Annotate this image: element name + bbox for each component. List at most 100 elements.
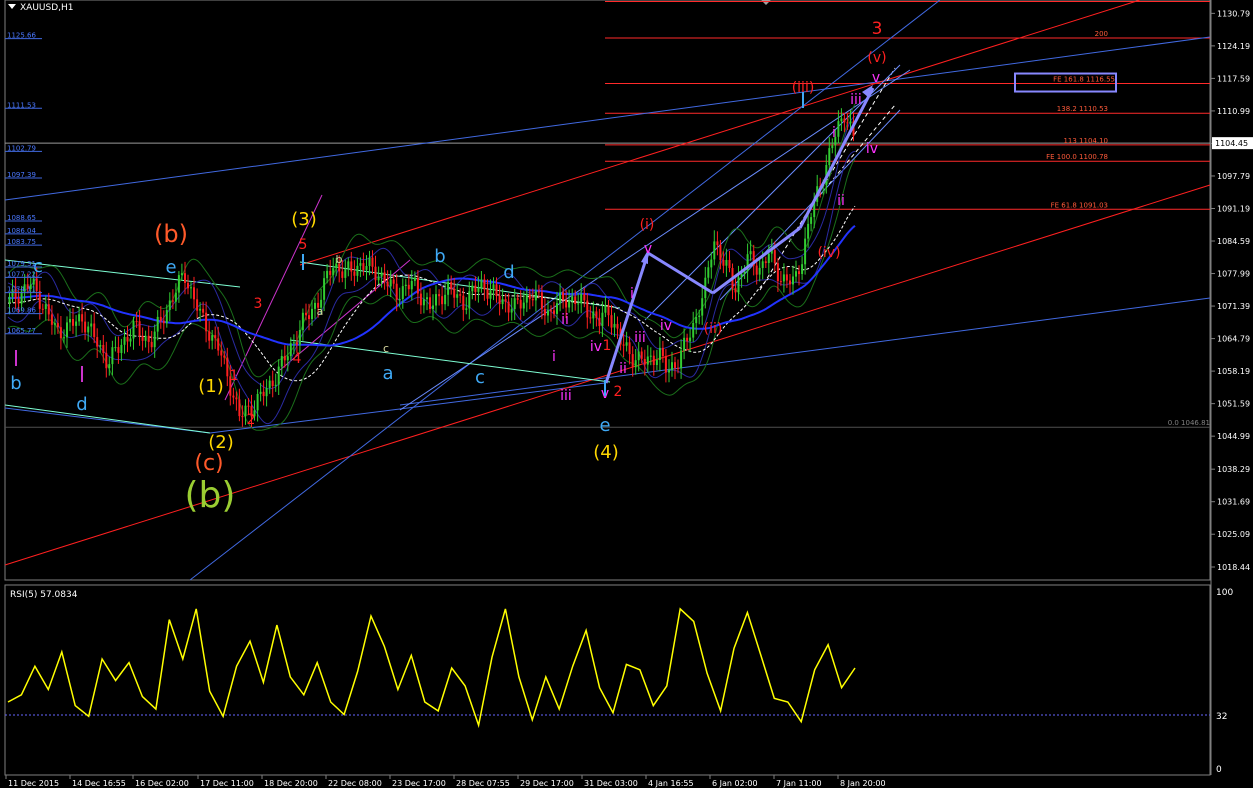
candle-body	[392, 279, 395, 284]
wave-label: i	[832, 125, 836, 141]
candle-body	[640, 351, 643, 359]
left-level-label: 1097.39	[7, 171, 36, 179]
candle-body	[480, 279, 483, 288]
wave-label: (c)	[194, 451, 223, 476]
candle-body	[90, 323, 93, 327]
candle-body	[295, 342, 298, 345]
wave-label: a	[382, 363, 393, 384]
wave-label: 1	[230, 368, 239, 384]
candle-body	[235, 397, 238, 400]
candle-body	[259, 391, 262, 394]
candle-body	[59, 327, 62, 339]
rsi-label: RSI(5) 57.0834	[10, 590, 78, 600]
candle-body	[716, 241, 719, 245]
candle-body	[622, 344, 625, 346]
candle-body	[595, 311, 598, 318]
channel-lower-cyan4	[4, 404, 211, 434]
wave-label: 3	[872, 19, 883, 39]
candle-body	[664, 356, 667, 373]
candle-body	[199, 308, 202, 311]
candle-body	[728, 260, 731, 268]
candle-body	[114, 347, 117, 349]
time-tick-label: 22 Dec 08:00	[328, 779, 382, 788]
candle-body	[849, 121, 852, 124]
candle-body	[840, 118, 843, 122]
candle-body	[453, 288, 456, 298]
dropdown-arrow-icon[interactable]	[8, 4, 16, 9]
candle-body	[220, 350, 223, 356]
candle-body	[843, 118, 846, 123]
candle-body	[792, 276, 794, 285]
candle-body	[214, 335, 217, 339]
price-tick-label: 1110.99	[1217, 107, 1250, 116]
wave-label: (i)	[640, 217, 655, 233]
candle-body	[347, 261, 350, 269]
candle-body	[386, 281, 389, 287]
candle-body	[658, 347, 661, 360]
candle-body	[168, 300, 171, 310]
candle-body	[193, 287, 195, 300]
candle-body	[810, 217, 813, 224]
wave-label: d	[76, 394, 87, 415]
time-tick-label: 17 Dec 11:00	[200, 779, 254, 788]
candle-body	[211, 335, 214, 341]
candle-body	[652, 355, 655, 365]
candle-body	[308, 315, 310, 319]
candle-body	[807, 223, 810, 239]
candle-body	[298, 330, 301, 345]
wave-label: 2	[247, 412, 256, 428]
candle-body	[187, 282, 189, 289]
candle-body	[277, 366, 280, 385]
wave-label: iv	[660, 318, 672, 334]
candle-body	[123, 336, 126, 345]
candle-body	[465, 308, 468, 310]
candle-body	[798, 271, 800, 275]
wave-label: ii	[561, 312, 569, 328]
trendline-blue-upper	[4, 36, 1211, 201]
wave-label: d	[503, 262, 514, 283]
candle-body	[710, 259, 713, 268]
candle-body	[371, 257, 374, 267]
candle-body	[468, 291, 471, 309]
price-tick-label: 1031.69	[1217, 498, 1250, 507]
candle-body	[610, 315, 613, 328]
time-tick-label: 18 Dec 20:00	[264, 779, 318, 788]
price-tick-label: 1084.59	[1217, 237, 1250, 246]
candle-body	[483, 279, 486, 290]
candle-body	[689, 337, 692, 342]
price-tick-label: 1044.99	[1217, 432, 1250, 441]
candle-body	[444, 294, 447, 305]
candle-body	[668, 370, 670, 373]
candle-body	[332, 268, 335, 275]
candle-body	[556, 303, 558, 314]
candle-body	[649, 355, 652, 357]
candle-body	[785, 274, 788, 281]
candle-body	[8, 296, 11, 304]
candle-body	[504, 299, 507, 302]
wave-label: (ii)	[704, 321, 723, 337]
candle-body	[323, 278, 326, 300]
candle-body	[692, 323, 695, 338]
candle-body	[238, 399, 241, 417]
wave-label: 4	[293, 351, 302, 367]
candle-body	[749, 251, 752, 255]
candle-body	[474, 285, 477, 292]
candle-body	[831, 145, 834, 149]
candle-body	[265, 388, 268, 397]
arrow-wave-ii	[647, 251, 714, 295]
fibonacci-levels: 227.2200FE 161.8 1116.55138.2 1110.53113…	[5, 0, 1210, 428]
candle-body	[165, 310, 168, 324]
trendline-red-upper	[299, 0, 1141, 266]
candle-body	[102, 345, 105, 353]
candle-body	[680, 350, 683, 369]
candle-body	[613, 323, 616, 328]
candle-body	[776, 263, 779, 282]
candle-body	[280, 356, 283, 367]
chart-canvas[interactable]: XAUUSD,H1 227.2 200 FE 161.8 1116.55 138.2 …	[0, 0, 1253, 788]
candle-body	[498, 296, 501, 305]
wave-label: i	[552, 349, 556, 365]
shift-marker-icon[interactable]	[761, 0, 771, 5]
candle-body	[795, 271, 797, 277]
candle-body	[341, 271, 344, 278]
wave-label: ii	[837, 193, 845, 209]
